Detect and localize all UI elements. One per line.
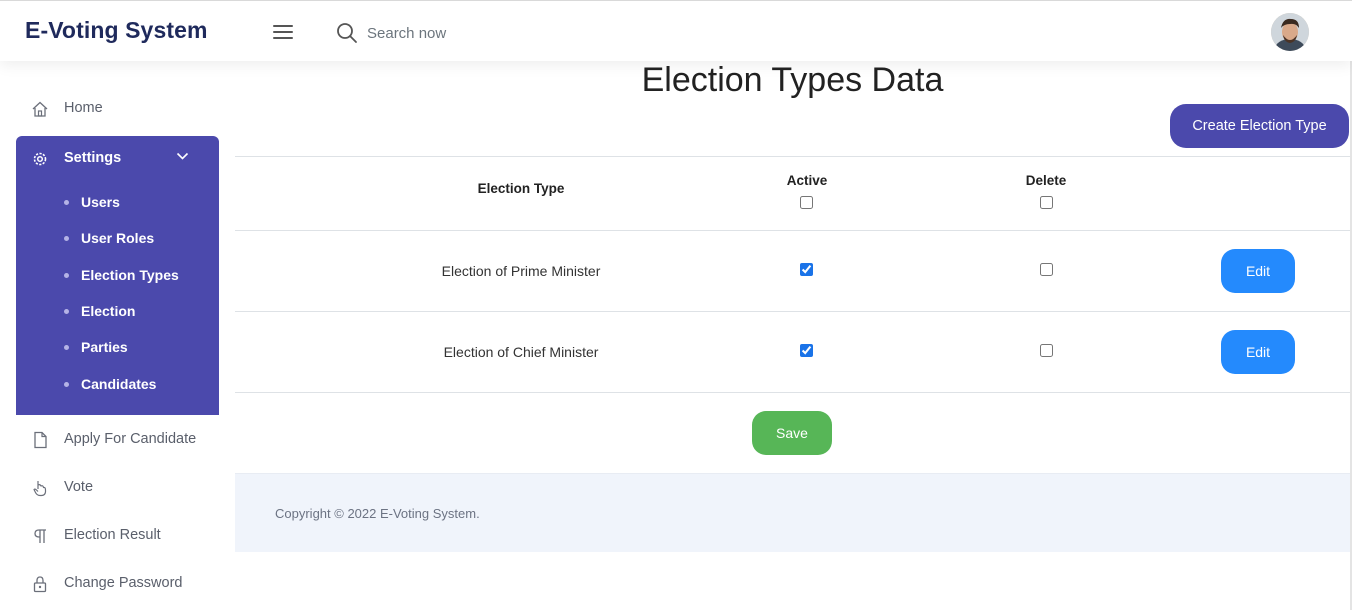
sidebar-item-label: Home [64, 100, 103, 116]
pilcrow-icon [34, 529, 46, 543]
bullet-dot [64, 200, 69, 205]
file-icon [34, 431, 47, 449]
sidebar-item-settings[interactable]: Settings [16, 136, 219, 180]
footer: Copyright © 2022 E-Voting System. [235, 473, 1350, 552]
column-header-delete: Delete [1025, 173, 1067, 188]
sidebar-item-change-password[interactable]: Change Password [16, 564, 219, 604]
table-row-divider [235, 230, 1350, 231]
sidebar-item-apply-for-candidate[interactable]: Apply For Candidate [16, 420, 219, 460]
select-all-delete-checkbox[interactable] [1040, 196, 1053, 209]
sidebar-item-label: Change Password [64, 575, 183, 591]
menu-toggle-icon[interactable] [273, 25, 293, 41]
bullet-dot [64, 345, 69, 350]
delete-checkbox[interactable] [1040, 263, 1053, 276]
main-content: Election Types Data Create Election Type… [235, 61, 1350, 610]
sidebar-item-election-result[interactable]: Election Result [16, 516, 219, 556]
table-row-divider [235, 311, 1350, 312]
bullet-dot [64, 382, 69, 387]
sidebar-subitem-label: Parties [81, 339, 128, 355]
copyright-text: Copyright © 2022 E-Voting System. [275, 506, 480, 521]
sidebar-subitem-label: Candidates [81, 376, 157, 392]
save-button[interactable]: Save [752, 411, 832, 455]
search-bar [336, 21, 596, 45]
edit-button[interactable]: Edit [1221, 249, 1295, 293]
bullet-dot [64, 273, 69, 278]
bullet-dot [64, 309, 69, 314]
chevron-down-icon [176, 152, 189, 160]
sidebar-subitem-label: Election [81, 303, 136, 319]
election-type-name: Election of Prime Minister [441, 263, 601, 279]
sidebar-settings-group: Settings Users User Roles Election Types… [16, 136, 219, 415]
brand-logo[interactable]: E-Voting System [25, 17, 208, 44]
search-input[interactable] [367, 21, 587, 45]
sidebar-item-label: Apply For Candidate [64, 431, 197, 447]
lock-icon [33, 576, 47, 593]
active-checkbox[interactable] [800, 344, 813, 357]
sidebar-subitem-label: User Roles [81, 230, 155, 246]
sidebar-item-home[interactable]: Home [16, 89, 219, 129]
page-title: Election Types Data [641, 61, 944, 99]
active-checkbox[interactable] [800, 263, 813, 276]
search-icon[interactable] [336, 22, 358, 44]
select-all-active-checkbox[interactable] [800, 196, 813, 209]
bullet-dot [64, 236, 69, 241]
table-top-border [235, 156, 1350, 157]
election-type-name: Election of Chief Minister [443, 344, 599, 360]
column-header-election-type: Election Type [477, 181, 565, 196]
sidebar-subitem-label: Users [81, 194, 120, 210]
sidebar-subitem-label: Election Types [81, 267, 179, 283]
table-bottom-border [235, 392, 1350, 393]
create-election-type-button[interactable]: Create Election Type [1170, 104, 1349, 148]
edit-button[interactable]: Edit [1221, 330, 1295, 374]
sidebar-item-label: Election Result [64, 527, 161, 543]
column-header-active: Active [786, 173, 828, 188]
sidebar: Home Settings Users User Roles Election … [0, 61, 235, 610]
sidebar-item-vote[interactable]: Vote [16, 468, 219, 508]
sidebar-item-label: Vote [64, 479, 94, 495]
sidebar-item-label: Settings [64, 150, 122, 166]
top-navbar: E-Voting System [0, 0, 1352, 61]
home-icon [32, 101, 48, 117]
user-avatar[interactable] [1271, 13, 1309, 51]
gear-icon [33, 152, 47, 166]
delete-checkbox[interactable] [1040, 344, 1053, 357]
hand-pointer-icon [33, 481, 47, 497]
